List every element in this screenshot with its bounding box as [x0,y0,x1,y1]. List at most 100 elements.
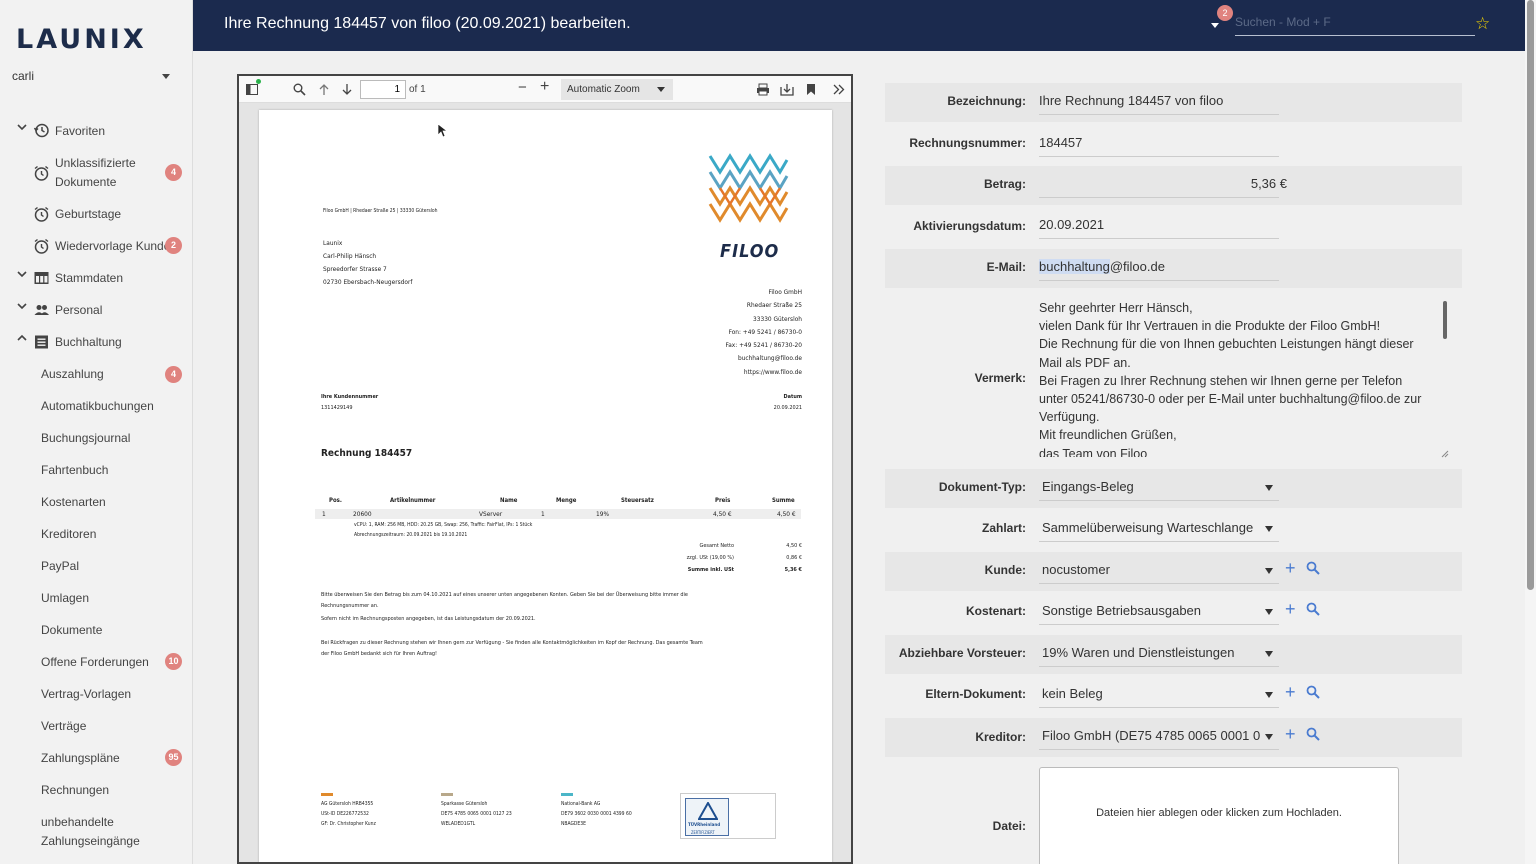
vermerk-textarea[interactable]: Sehr geehrter Herr Hänsch, vielen Dank f… [1039,299,1449,457]
company-line: Filoo GmbH [768,288,803,296]
bookmark-icon[interactable] [806,83,816,96]
zoom-select[interactable]: Automatic Zoom [561,79,673,100]
chevron-down-icon[interactable] [1265,526,1273,532]
rechnungsnummer-input[interactable]: 184457 [1039,135,1082,150]
textarea-scrollbar-thumb[interactable] [1443,301,1447,339]
customer-number-label: Ihre Kundennummer [321,394,379,400]
nav-kostenarten[interactable]: Kostenarten [0,493,192,511]
resize-handle-icon[interactable] [1441,450,1449,458]
search-kreditor-icon[interactable] [1306,727,1320,741]
search-eltern-icon[interactable] [1306,685,1320,699]
nav-umlagen[interactable]: Umlagen [0,589,192,607]
form-row-aktivierungsdatum: Aktivierungsdatum: 20.09.2021 [885,208,1462,247]
kreditor-select[interactable]: Filoo GmbH (DE75 4785 0065 0001 0 [1042,728,1264,743]
page-scrollbar[interactable] [1525,0,1536,864]
nav-unbehandelte-zahlungseingaenge[interactable]: unbehandelte Zahlungseingänge [0,813,192,851]
arrow-up-icon[interactable] [318,83,330,96]
footer-line: USt-ID DE226772532 [321,811,369,817]
col-header: Artikelnummer [390,497,436,504]
company-line[interactable]: https://www.filoo.de [744,368,802,377]
app-logo[interactable]: LAUNIX [16,24,147,55]
nav-kreditoren[interactable]: Kreditoren [0,525,192,543]
pdf-toolbar: of 1 − + Automatic Zoom [239,76,851,103]
people-icon [34,305,49,315]
search-kunde-icon[interactable] [1306,561,1320,575]
add-kunde-plus-icon[interactable]: + [1285,559,1296,577]
notifications-badge[interactable]: 2 [1217,5,1233,21]
recipient-line: Launix [323,239,343,247]
kostenart-select[interactable]: Sonstige Betriebsausgaben [1042,603,1201,618]
file-upload-dropzone[interactable]: Dateien hier ablegen oder klicken zum Ho… [1039,767,1399,864]
invoice-table-row: 1 20600 VServer 1 19% 4,50 € 4,50 € [315,509,801,519]
add-kostenart-plus-icon[interactable]: + [1285,600,1296,618]
memo-line: vielen Dank für Ihr Vertrauen in die Pro… [1039,319,1381,334]
betrag-input[interactable]: 5,36 € [1039,176,1287,191]
nav-offene-forderungen[interactable]: Offene Forderungen 10 [0,653,192,671]
company-line: 33330 Gütersloh [753,315,802,323]
footer-accent-bar [441,793,453,796]
cell-price: 4,50 € [713,510,732,518]
search-input[interactable] [1235,8,1475,36]
field-label: Kreditor: [975,730,1026,744]
sidebar: LAUNIX carli Favoriten Unklassifizierte … [0,0,193,864]
nav-buchungsjournal[interactable]: Buchungsjournal [0,429,192,447]
user-menu-caret-icon[interactable] [162,74,170,79]
chevron-down-icon[interactable] [1265,692,1273,698]
cell-tax: 19% [596,510,609,518]
zahlart-select[interactable]: Sammelüberweisung Warteschlange [1042,520,1253,535]
kunde-select[interactable]: nocustomer [1042,562,1110,577]
favorite-star-icon[interactable]: ☆ [1475,14,1490,34]
nav-stammdaten[interactable]: Stammdaten [0,269,192,287]
nav-vertraege[interactable]: Verträge [0,717,192,735]
nav-wiedervorlage-kunden[interactable]: Wiedervorlage Kunden 2 [0,237,192,255]
dokument-typ-select[interactable]: Eingangs-Beleg [1042,479,1134,494]
user-name[interactable]: carli [12,69,34,83]
nav-personal[interactable]: Personal [0,301,192,319]
document-list-icon [35,335,48,349]
input-underline [1039,749,1279,750]
nav-automatikbuchungen[interactable]: Automatikbuchungen [0,397,192,415]
nav-favoriten[interactable]: Favoriten [0,122,192,140]
nav-zahlungsplaene[interactable]: Zahlungspläne 95 [0,749,192,767]
sidebar-toggle-icon[interactable] [246,83,259,96]
chevron-down-icon[interactable] [1265,734,1273,740]
nav-rechnungen[interactable]: Rechnungen [0,781,192,799]
table-icon [34,272,49,284]
arrow-down-icon[interactable] [341,83,353,96]
zoom-in-icon[interactable]: + [540,78,549,96]
count-badge: 4 [165,366,182,383]
zoom-out-icon[interactable]: − [518,79,527,96]
bezeichnung-input[interactable]: Ihre Rechnung 184457 von filoo [1039,93,1223,108]
nav-auszahlung[interactable]: Auszahlung 4 [0,365,192,383]
payment-note: Sofern nicht im Rechnungsposten angegebe… [321,616,536,622]
nav-fahrtenbuch[interactable]: Fahrtenbuch [0,461,192,479]
footer-line: National-Bank AG [561,801,601,807]
chevron-down-icon[interactable] [1265,651,1273,657]
nav-vertrag-vorlagen[interactable]: Vertrag-Vorlagen [0,685,192,703]
email-input[interactable]: buchhaltung@filoo.de [1039,259,1165,274]
vorsteuer-select[interactable]: 19% Waren und Dienstleistungen [1042,645,1234,660]
print-icon[interactable] [756,83,770,96]
page-number-input[interactable] [360,80,406,99]
scrollbar-thumb[interactable] [1527,0,1534,590]
search-icon[interactable] [293,83,306,96]
search-kostenart-icon[interactable] [1306,602,1320,616]
add-kreditor-plus-icon[interactable]: + [1285,725,1296,743]
download-icon[interactable] [780,83,794,96]
chevron-down-icon[interactable] [1265,485,1273,491]
input-underline [1039,156,1279,157]
field-label: Rechnungsnummer: [909,136,1026,150]
count-badge: 10 [165,653,182,670]
aktivierungsdatum-input[interactable]: 20.09.2021 [1039,217,1104,232]
chevron-down-icon[interactable] [1265,609,1273,615]
nav-geburtstage[interactable]: Geburtstage [0,205,192,223]
nav-unklassifizierte-dokumente[interactable]: Unklassifizierte Dokumente 4 [0,154,192,192]
add-eltern-plus-icon[interactable]: + [1285,683,1296,701]
nav-buchhaltung[interactable]: Buchhaltung [0,333,192,351]
nav-dokumente[interactable]: Dokumente [0,621,192,639]
eltern-dokument-select[interactable]: kein Beleg [1042,686,1103,701]
chevron-down-icon[interactable] [1265,568,1273,574]
nav-paypal[interactable]: PayPal [0,557,192,575]
notifications-caret-icon[interactable] [1211,23,1219,28]
more-tools-icon[interactable] [833,83,845,96]
